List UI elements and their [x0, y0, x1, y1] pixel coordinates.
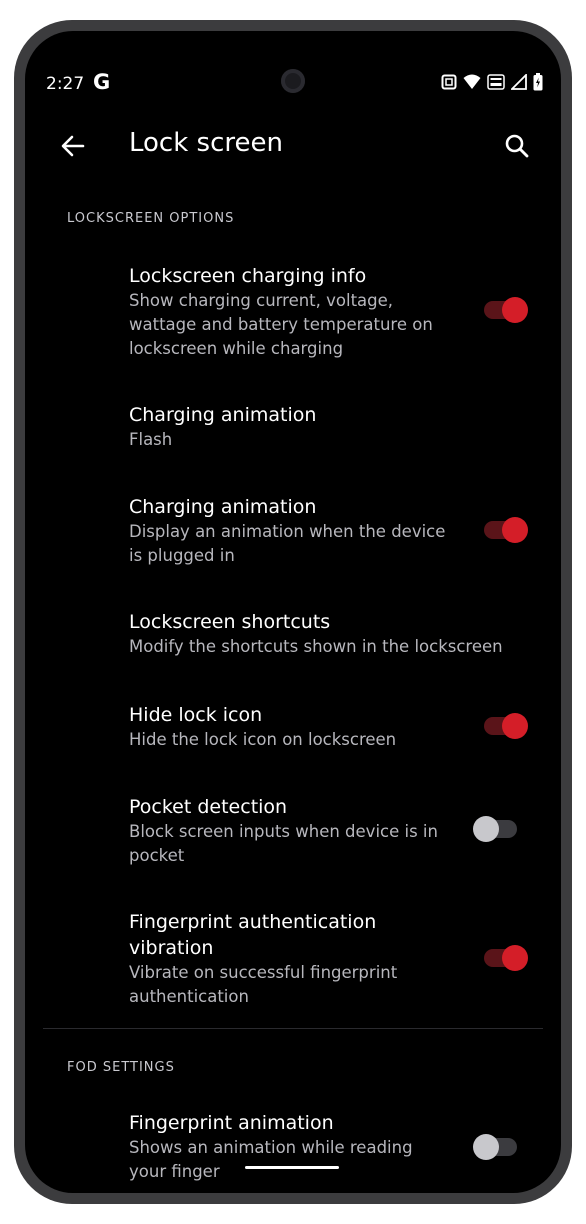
setting-charging-animation-style[interactable]: Charging animation Flash	[129, 402, 541, 452]
setting-summary: Hide the lock icon on lockscreen	[129, 730, 397, 749]
search-icon	[505, 134, 529, 158]
section-header-fod-settings: FOD SETTINGS	[67, 1060, 175, 1075]
toggle-pocket-detection[interactable]	[473, 816, 521, 842]
battery-charging-icon	[533, 73, 543, 91]
toggle-thumb	[502, 945, 528, 971]
app-bar: Lock screen	[25, 126, 561, 176]
setting-title: Lockscreen shortcuts	[129, 611, 331, 633]
google-icon: G	[93, 70, 111, 94]
screen: 2:27 G Lock screen LOCKSCREEN OPTIONS Lo…	[25, 31, 561, 1193]
search-button[interactable]	[501, 130, 533, 162]
wifi-icon	[463, 74, 481, 89]
setting-charging-animation[interactable]: Charging animation Display an animation …	[129, 494, 541, 568]
setting-summary: Modify the shortcuts shown in the locksc…	[129, 637, 503, 656]
setting-title: Lockscreen charging info	[129, 265, 367, 287]
toggle-lockscreen-charging-info[interactable]	[484, 297, 528, 323]
toggle-fingerprint-animation[interactable]	[473, 1134, 521, 1160]
back-button[interactable]	[57, 130, 89, 162]
setting-summary: Block screen inputs when device is in po…	[129, 822, 438, 865]
setting-summary: Vibrate on successful fingerprint authen…	[129, 963, 398, 1006]
volte-icon	[487, 74, 505, 90]
setting-title: Charging animation	[129, 496, 317, 518]
section-divider	[43, 1028, 543, 1029]
setting-title: Fingerprint authentication vibration	[129, 911, 377, 959]
toggle-thumb	[473, 816, 499, 842]
setting-summary: Shows an animation while reading your fi…	[129, 1138, 413, 1181]
nfc-icon	[441, 74, 457, 90]
setting-lockscreen-shortcuts[interactable]: Lockscreen shortcuts Modify the shortcut…	[129, 609, 541, 659]
section-header-lockscreen-options: LOCKSCREEN OPTIONS	[67, 211, 235, 226]
status-icons	[441, 73, 543, 91]
setting-fingerprint-authentication-vibration[interactable]: Fingerprint authentication vibration Vib…	[129, 909, 541, 1009]
toggle-thumb	[502, 517, 528, 543]
arrow-left-icon	[61, 135, 85, 157]
setting-lockscreen-charging-info[interactable]: Lockscreen charging info Show charging c…	[129, 263, 541, 361]
setting-title: Charging animation	[129, 404, 317, 426]
phone-frame: 2:27 G Lock screen LOCKSCREEN OPTIONS Lo…	[14, 20, 572, 1204]
setting-summary: Show charging current, voltage, wattage …	[129, 291, 433, 358]
toggle-thumb	[502, 713, 528, 739]
page-title: Lock screen	[129, 128, 283, 158]
setting-title: Fingerprint animation	[129, 1112, 334, 1134]
toggle-charging-animation[interactable]	[484, 517, 528, 543]
toggle-thumb	[502, 297, 528, 323]
toggle-hide-lock-icon[interactable]	[484, 713, 528, 739]
gesture-nav-handle[interactable]	[245, 1166, 339, 1169]
setting-summary: Display an animation when the device is …	[129, 522, 446, 565]
camera-cutout	[281, 69, 305, 93]
toggle-fingerprint-authentication-vibration[interactable]	[484, 945, 528, 971]
status-time: 2:27	[46, 74, 85, 94]
toggle-thumb	[473, 1134, 499, 1160]
setting-title: Pocket detection	[129, 796, 288, 818]
setting-title: Hide lock icon	[129, 704, 263, 726]
status-bar: 2:27 G	[25, 69, 561, 101]
setting-hide-lock-icon[interactable]: Hide lock icon Hide the lock icon on loc…	[129, 702, 541, 752]
signal-icon	[511, 74, 527, 90]
setting-summary: Flash	[129, 430, 173, 449]
